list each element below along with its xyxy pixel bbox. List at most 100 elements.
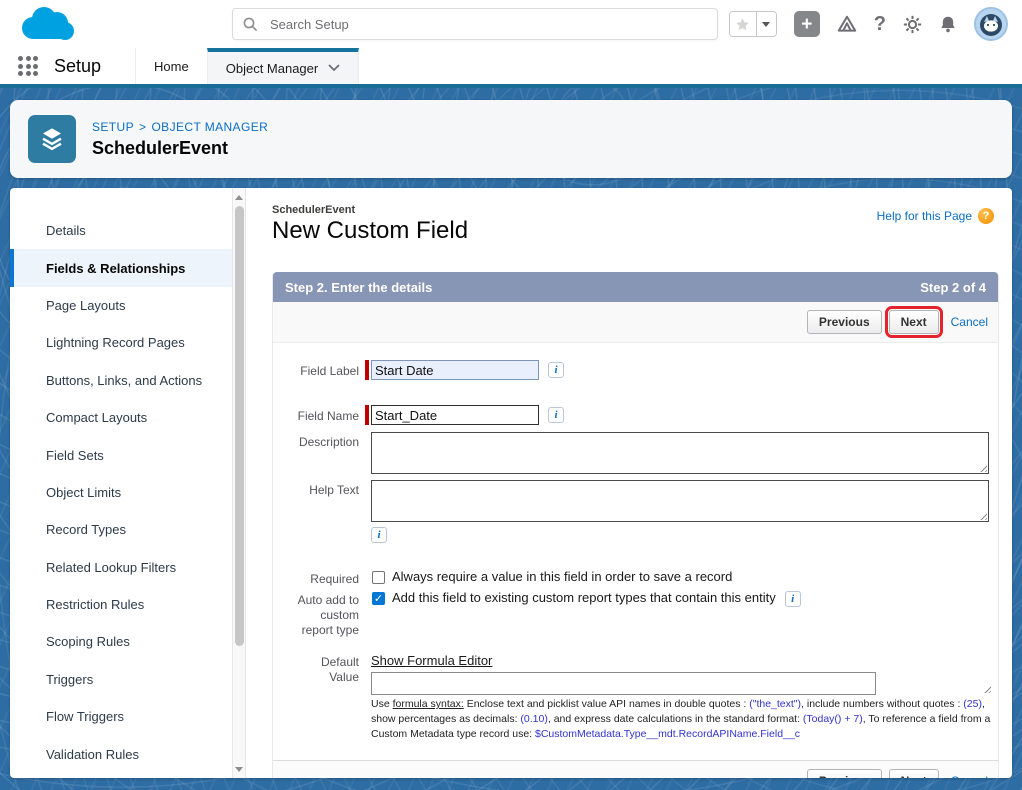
previous-button-top[interactable]: Previous (807, 310, 882, 334)
search-icon (243, 17, 258, 32)
tab-object-manager-label: Object Manager (226, 61, 319, 76)
notifications-button[interactable] (939, 16, 957, 33)
breadcrumb-setup-link[interactable]: SETUP (92, 120, 134, 134)
sidebar-item-details[interactable]: Details (10, 212, 232, 249)
required-label: Required (287, 569, 359, 587)
info-icon[interactable]: i (548, 362, 564, 378)
search-setup-box[interactable] (232, 8, 718, 40)
step-title: Step 2. Enter the details (285, 280, 432, 295)
trailhead-mountain-icon (837, 15, 857, 33)
breadcrumb-separator: > (139, 120, 146, 134)
sidebar-item-page-layouts[interactable]: Page Layouts (10, 287, 232, 324)
step-header: Step 2. Enter the details Step 2 of 4 (273, 272, 998, 302)
sidebar-item-fields-relationships[interactable]: Fields & Relationships (10, 249, 232, 286)
checkmark-icon: ✓ (374, 593, 383, 605)
info-icon[interactable]: i (785, 591, 801, 607)
help-menu-button[interactable]: ? (874, 13, 886, 36)
app-launcher-icon[interactable] (18, 56, 38, 76)
tab-home-label: Home (154, 59, 189, 74)
field-details-section: Field Label i Field Name i Description (273, 343, 998, 743)
bell-icon (939, 16, 957, 33)
show-formula-editor-link[interactable]: Show Formula Editor (371, 653, 492, 668)
sidebar-item-scoping-rules[interactable]: Scoping Rules (10, 623, 232, 660)
caret-down-icon (762, 22, 770, 27)
app-name: Setup (54, 56, 101, 77)
global-header: + ? (0, 0, 1022, 48)
breadcrumb: SETUP > OBJECT MANAGER (92, 120, 268, 134)
help-for-this-page-link[interactable]: Help for this Page (877, 209, 972, 223)
sidebar-item-related-lookup-filters[interactable]: Related Lookup Filters (10, 549, 232, 586)
field-label-label: Field Label (287, 361, 359, 379)
scrollbar-up-arrow[interactable] (233, 190, 245, 204)
required-checkbox[interactable] (372, 571, 385, 584)
cancel-link-top[interactable]: Cancel (951, 315, 988, 329)
astro-avatar-icon (976, 9, 1006, 39)
scrollbar-thumb[interactable] (235, 206, 244, 646)
info-icon[interactable]: i (548, 407, 564, 423)
global-actions-button[interactable]: + (794, 11, 820, 37)
sidebar-item-buttons-links-actions[interactable]: Buttons, Links, and Actions (10, 362, 232, 399)
sidebar-item-compact-layouts[interactable]: Compact Layouts (10, 399, 232, 436)
sidebar-item-record-types[interactable]: Record Types (10, 511, 232, 548)
description-label: Description (287, 432, 359, 474)
field-label-input[interactable] (371, 360, 539, 380)
formula-syntax-note: Use formula syntax: Enclose text and pic… (371, 697, 993, 743)
gear-icon (903, 15, 922, 34)
previous-button-bottom[interactable]: Previous (807, 769, 882, 778)
favorites-control[interactable] (729, 11, 777, 37)
user-avatar[interactable] (974, 7, 1008, 41)
sidebar-scrollbar[interactable] (232, 188, 246, 778)
guidance-center-button[interactable] (837, 15, 857, 33)
new-field-wizard: Step 2. Enter the details Step 2 of 4 Pr… (272, 272, 999, 778)
object-icon (28, 115, 76, 163)
bottom-button-row: Previous Next Cancel (273, 760, 998, 778)
help-text-textarea[interactable] (371, 480, 989, 522)
scrollbar-down-arrow[interactable] (233, 762, 245, 776)
cloud-icon (16, 4, 78, 44)
cancel-link-bottom[interactable]: Cancel (951, 774, 988, 778)
required-bar (365, 405, 369, 425)
setup-nav-bar: Setup Home Object Manager (0, 48, 1022, 88)
sidebar-item-field-sets[interactable]: Field Sets (10, 436, 232, 473)
search-input[interactable] (270, 17, 707, 32)
required-checkbox-text: Always require a value in this field in … (392, 569, 732, 584)
chevron-down-icon (328, 64, 340, 72)
auto-add-checkbox[interactable]: ✓ (372, 592, 385, 605)
content-area: SchedulerEvent New Custom Field Help for… (246, 188, 1012, 778)
help-question-icon[interactable]: ? (978, 208, 994, 224)
layers-icon (36, 123, 68, 155)
info-icon[interactable]: i (371, 527, 387, 543)
sidebar-item-restriction-rules[interactable]: Restriction Rules (10, 586, 232, 623)
favorites-dropdown-button[interactable] (756, 12, 776, 36)
help-text-label: Help Text (287, 480, 359, 543)
next-button-top[interactable]: Next (889, 310, 939, 334)
breadcrumb-object-manager-link[interactable]: OBJECT MANAGER (151, 120, 268, 134)
field-name-input[interactable] (371, 405, 539, 425)
page-background: SETUP>OBJECT MANAGER SchedulerEvent Deta… (0, 88, 1022, 790)
sidebar-item-flow-triggers[interactable]: Flow Triggers (10, 698, 232, 735)
tab-object-manager[interactable]: Object Manager (207, 48, 360, 84)
top-button-row: Previous Next Cancel (273, 302, 998, 343)
object-page-header: SETUP>OBJECT MANAGER SchedulerEvent (10, 100, 1012, 178)
favorites-star-icon[interactable] (730, 12, 756, 36)
required-bar (365, 360, 369, 380)
description-textarea[interactable] (371, 432, 989, 474)
salesforce-cloud-logo (16, 4, 78, 44)
plus-icon: + (801, 15, 812, 34)
main-panel: Details Fields & Relationships Page Layo… (10, 188, 1012, 778)
sidebar-item-triggers[interactable]: Triggers (10, 661, 232, 698)
setup-menu-button[interactable] (903, 15, 922, 34)
step-indicator: Step 2 of 4 (920, 280, 986, 295)
tab-home[interactable]: Home (135, 48, 207, 84)
default-value-label: Default Value (287, 652, 359, 743)
resize-grip-icon[interactable] (982, 684, 991, 693)
auto-add-label: Auto add to custom report type (287, 590, 359, 638)
next-button-bottom[interactable]: Next (889, 769, 939, 778)
default-value-textarea[interactable] (371, 672, 876, 695)
sidebar-item-validation-rules[interactable]: Validation Rules (10, 735, 232, 772)
object-manager-sidebar: Details Fields & Relationships Page Layo… (10, 188, 232, 778)
question-mark-icon: ? (874, 13, 886, 35)
sidebar-item-lightning-record-pages[interactable]: Lightning Record Pages (10, 324, 232, 361)
auto-add-checkbox-text: Add this field to existing custom report… (392, 590, 776, 605)
sidebar-item-object-limits[interactable]: Object Limits (10, 474, 232, 511)
